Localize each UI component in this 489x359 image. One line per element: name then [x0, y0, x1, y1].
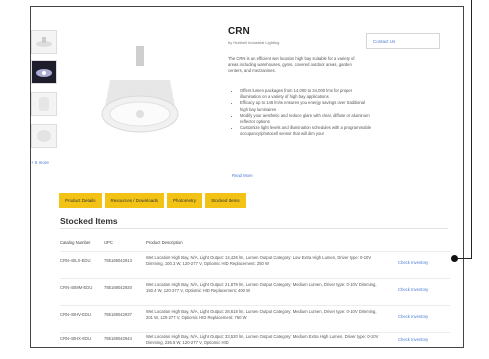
product-description-cell: Wet Location High Bay, N/A, Light Output…	[146, 282, 377, 293]
tab-stocked-items[interactable]: Stocked Items	[205, 193, 246, 208]
feature-bullet: Customize light levels and illumination …	[240, 125, 372, 137]
upc: 785169042937	[104, 312, 132, 317]
catalog-number: CRN-40MM-EDU	[60, 285, 93, 290]
product-hero-image	[101, 46, 179, 133]
check-inventory-link[interactable]: Check Inventory	[398, 337, 428, 343]
table-row: CRN-40HX-EDU 785169042944 Wet Location H…	[60, 332, 450, 359]
product-title: CRN	[228, 26, 250, 37]
tab-product-details[interactable]: Product Details	[59, 193, 102, 208]
product-thumbnail-1[interactable]	[31, 30, 57, 54]
product-tabs: Product Details Resources / Downloads Ph…	[59, 193, 246, 208]
divider	[60, 228, 448, 229]
stocked-items-heading: Stocked Items	[60, 216, 118, 226]
callout-line	[471, 0, 472, 258]
product-description-cell: Wet Location High Bay, N/A, Light Output…	[146, 334, 379, 345]
product-thumbnail-4[interactable]	[31, 124, 57, 148]
table-row: CRN-40MM-EDU 785169042920 Wet Location H…	[60, 278, 450, 305]
column-header-catalog: Catalog Number	[60, 240, 91, 245]
feature-bullet: Modify your aesthetic and reduce glare w…	[240, 113, 372, 125]
feature-list: Offers lumen packages from 14,000 to 34,…	[234, 88, 372, 138]
check-inventory-link[interactable]: Check Inventory	[398, 314, 428, 320]
product-thumbnail-2[interactable]	[31, 60, 57, 84]
upc: 785169042944	[104, 336, 132, 341]
tab-photometry[interactable]: Photometry	[167, 193, 203, 208]
upc: 785169042920	[104, 285, 132, 290]
callout-marker	[451, 255, 458, 262]
column-header-description: Product Description	[146, 240, 183, 245]
more-images-link[interactable]: + 5 more	[31, 160, 49, 165]
catalog-number: CRN-40HX-EDU	[60, 336, 92, 341]
catalog-number: CRN-40LX-EDU	[60, 258, 91, 263]
product-description-cell: Wet Location High Bay, N/A, Light Output…	[146, 255, 372, 266]
product-description-cell: Wet Location High Bay, N/A, Light Output…	[146, 309, 377, 320]
read-more-link[interactable]: Read More	[232, 173, 253, 178]
tab-resources-downloads[interactable]: Resources / Downloads	[104, 193, 165, 208]
product-byline: by Hubbell Industrial Lighting	[228, 40, 280, 45]
upc: 785169042913	[104, 258, 132, 263]
contact-us-button[interactable]: Contact Us	[366, 33, 440, 49]
check-inventory-link[interactable]: Check Inventory	[398, 260, 428, 266]
feature-bullet: Efficacy up to 146 lm/w ensures you ener…	[240, 100, 372, 112]
table-row: CRN-40HV-EDU 785169042937 Wet Location H…	[60, 305, 450, 332]
table-header: Catalog Number UPC Product Description	[60, 240, 450, 249]
feature-bullet: Offers lumen packages from 14,000 to 34,…	[240, 88, 372, 100]
product-description: The CRN is an efficient wet location hig…	[228, 56, 355, 74]
catalog-number: CRN-40HV-EDU	[60, 312, 91, 317]
column-header-upc: UPC	[104, 240, 113, 245]
product-thumbnail-3[interactable]	[31, 92, 57, 116]
check-inventory-link[interactable]: Check Inventory	[398, 287, 428, 293]
table-row: CRN-40LX-EDU 785169042913 Wet Location H…	[60, 251, 450, 278]
